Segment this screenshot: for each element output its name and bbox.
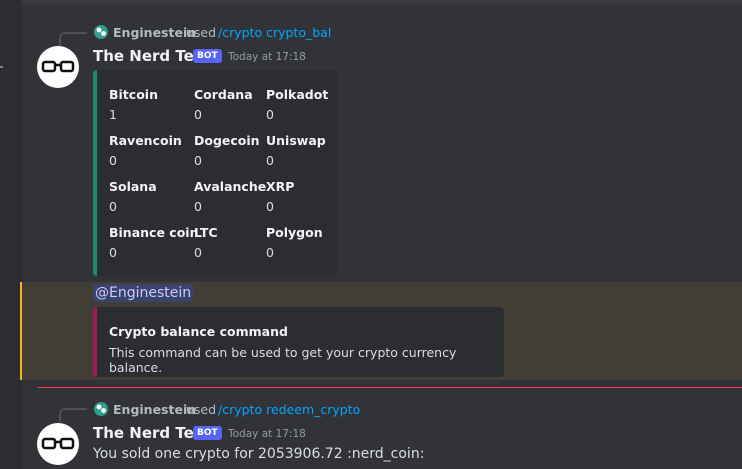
bot-badge: BOT bbox=[193, 49, 222, 63]
field-name: Cordana bbox=[194, 87, 253, 102]
previous-message-edge bbox=[22, 0, 742, 4]
field-value: 0 bbox=[194, 107, 202, 122]
field-value: 0 bbox=[194, 199, 202, 214]
field-name: Solana bbox=[109, 179, 157, 194]
bot-badge: BOT bbox=[193, 426, 222, 440]
command-app-icon bbox=[93, 401, 109, 417]
field-value: 0 bbox=[109, 199, 117, 214]
field-value: 0 bbox=[109, 153, 117, 168]
balance-embed: Bitcoin 1 Cordana 0 Polkadot 0 Ravencoin… bbox=[93, 70, 337, 276]
field-name: Polkadot bbox=[266, 87, 329, 102]
field-name: Ravencoin bbox=[109, 133, 182, 148]
embed-title: Crypto balance command bbox=[109, 324, 288, 339]
user-mention[interactable]: @Enginestein bbox=[93, 284, 194, 302]
bot-avatar[interactable] bbox=[37, 46, 79, 88]
field-value: 0 bbox=[194, 245, 202, 260]
field-name: XRP bbox=[266, 179, 295, 194]
bot-avatar[interactable] bbox=[37, 423, 79, 465]
field-value: 0 bbox=[266, 245, 274, 260]
left-gutter bbox=[0, 0, 22, 469]
field-name: Uniswap bbox=[266, 133, 326, 148]
help-embed: Crypto balance command This command can … bbox=[93, 307, 504, 377]
field-value: 0 bbox=[109, 245, 117, 260]
gutter-marker bbox=[0, 66, 3, 68]
new-messages-divider bbox=[38, 387, 742, 388]
embed-accent-bar bbox=[93, 307, 97, 377]
embed-description: This command can be used to get your cry… bbox=[109, 345, 457, 375]
reply-connector bbox=[59, 408, 87, 422]
field-name: Avalanche bbox=[194, 179, 267, 194]
field-value: 0 bbox=[194, 153, 202, 168]
embed-accent-bar bbox=[93, 70, 97, 276]
field-value: 0 bbox=[266, 199, 274, 214]
used-label: used bbox=[186, 402, 217, 417]
glasses-avatar-icon bbox=[41, 60, 75, 73]
mention-accent-bar bbox=[20, 282, 22, 380]
field-value: 0 bbox=[266, 107, 274, 122]
command-app-icon bbox=[93, 24, 109, 40]
used-label: used bbox=[186, 25, 217, 40]
message-timestamp[interactable]: Today at 17:18 bbox=[228, 428, 306, 440]
field-name: Bitcoin bbox=[109, 87, 158, 102]
field-value: 0 bbox=[266, 153, 274, 168]
command-invoker-name[interactable]: Enginestein bbox=[113, 25, 196, 40]
message-timestamp[interactable]: Today at 17:18 bbox=[228, 51, 306, 63]
command-invoker-name[interactable]: Enginestein bbox=[113, 402, 196, 417]
slash-command-link[interactable]: /crypto crypto_bal bbox=[218, 25, 331, 40]
field-name: LTC bbox=[194, 225, 218, 240]
reply-connector bbox=[59, 32, 87, 46]
field-value: 1 bbox=[109, 107, 117, 122]
field-name: Binance coin bbox=[109, 225, 199, 240]
message-content: You sold one crypto for 2053906.72 :nerd… bbox=[93, 446, 425, 462]
field-name: Polygon bbox=[266, 225, 323, 240]
glasses-avatar-icon bbox=[41, 437, 75, 450]
slash-command-link[interactable]: /crypto redeem_crypto bbox=[218, 402, 360, 417]
field-name: Dogecoin bbox=[194, 133, 260, 148]
